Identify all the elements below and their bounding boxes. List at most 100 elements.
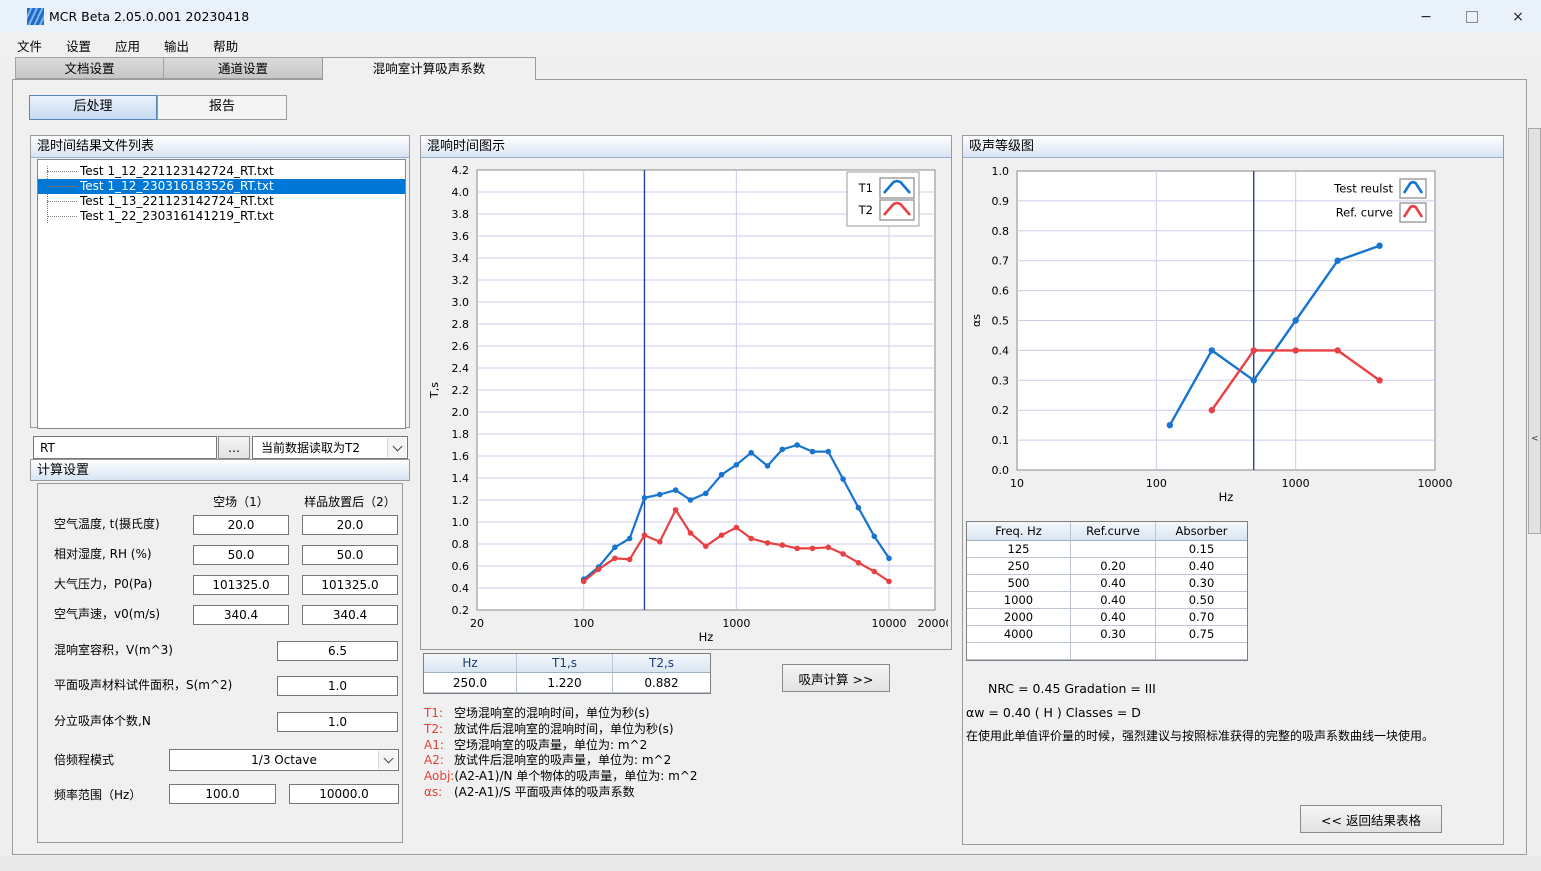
svg-text:3.0: 3.0 xyxy=(452,296,470,309)
table-cell[interactable] xyxy=(967,643,1071,660)
file-item-1[interactable]: Test 1_12_230316183526_RT.txt xyxy=(38,179,405,194)
svg-text:3.4: 3.4 xyxy=(452,252,470,265)
subtab-postprocess[interactable]: 后处理 xyxy=(29,95,157,120)
table-cell[interactable]: 0.75 xyxy=(1156,626,1247,643)
back-to-results-button[interactable]: << 返回结果表格 xyxy=(1300,805,1442,833)
maximize-button[interactable] xyxy=(1449,0,1495,33)
svg-text:2.2: 2.2 xyxy=(452,384,470,397)
calc-single-input-1[interactable]: 1.0 xyxy=(277,676,398,696)
data-source-dropdown[interactable]: 当前数据读取为T2 xyxy=(252,436,408,459)
close-button[interactable]: × xyxy=(1495,0,1541,33)
table-cell[interactable]: 125 xyxy=(967,541,1071,558)
table-cell[interactable]: 0.30 xyxy=(1071,626,1156,643)
calc-input-2-1[interactable]: 101325.0 xyxy=(193,575,289,595)
calc-input-3-1[interactable]: 340.4 xyxy=(193,605,289,625)
calc-label-2: 大气压力，P0(Pa) xyxy=(54,575,152,594)
table-row: 5000.400.30 xyxy=(967,575,1247,592)
octave-mode-dropdown[interactable]: 1/3 Octave xyxy=(169,749,399,771)
calc-settings-title: 计算设置 xyxy=(30,459,410,481)
table-cell[interactable] xyxy=(1071,643,1156,660)
absorption-chart-title: 吸声等级图 xyxy=(963,136,1503,158)
absorption-calc-button[interactable]: 吸声计算 >> xyxy=(782,664,890,692)
svg-text:1.2: 1.2 xyxy=(452,494,470,507)
file-item-0[interactable]: Test 1_12_221123142724_RT.txt xyxy=(38,164,405,179)
collapse-panel-handle[interactable]: < xyxy=(1528,128,1541,534)
table-cell[interactable]: 0.50 xyxy=(1156,592,1247,609)
table-cell[interactable]: 0.40 xyxy=(1071,609,1156,626)
table-cell[interactable]: 1.220 xyxy=(517,673,613,693)
svg-text:100: 100 xyxy=(573,617,594,630)
calc-input-2-2[interactable]: 101325.0 xyxy=(302,575,398,595)
calc-single-input-0[interactable]: 6.5 xyxy=(277,641,398,661)
freq-to-input[interactable]: 10000.0 xyxy=(289,784,399,804)
svg-text:10000: 10000 xyxy=(1418,477,1453,490)
menu-item-1[interactable]: 设置 xyxy=(59,34,98,57)
rt-name-input[interactable]: RT xyxy=(33,436,217,459)
subtab-report[interactable]: 报告 xyxy=(157,95,287,120)
table-cell[interactable]: 0.15 xyxy=(1156,541,1247,558)
rt-legend-notes: T1:空场混响室的混响时间，单位为秒(s)T2:放试件后混响室的混响时间，单位为… xyxy=(424,706,944,801)
calc-single-input-2[interactable]: 1.0 xyxy=(277,712,398,732)
chevron-down-icon[interactable] xyxy=(387,438,406,457)
rt-file-list: Test 1_12_221123142724_RT.txtTest 1_12_2… xyxy=(37,159,406,429)
svg-text:1.6: 1.6 xyxy=(452,450,470,463)
svg-text:2.4: 2.4 xyxy=(452,362,470,375)
table-cell[interactable]: 2000 xyxy=(967,609,1071,626)
svg-text:Ref. curve: Ref. curve xyxy=(1336,206,1393,220)
absorption-grade-chart[interactable]: 0.00.10.20.30.40.50.60.70.80.91.01010010… xyxy=(966,160,1500,520)
note-text: 空场混响室的吸声量，单位为: m^2 xyxy=(454,738,647,752)
calc-input-1-2[interactable]: 50.0 xyxy=(302,545,398,565)
table-cell[interactable]: 0.30 xyxy=(1156,575,1247,592)
svg-text:Hz: Hz xyxy=(699,630,714,644)
reverberation-time-chart[interactable]: 0.20.40.60.81.01.21.41.61.82.02.22.42.62… xyxy=(424,158,948,650)
table-cell[interactable] xyxy=(1071,541,1156,558)
table-cell[interactable]: 0.40 xyxy=(1156,558,1247,575)
menu-item-4[interactable]: 帮助 xyxy=(206,34,245,57)
menu-item-3[interactable]: 输出 xyxy=(157,34,196,57)
svg-text:0.4: 0.4 xyxy=(992,344,1010,357)
note-tag: αs: xyxy=(424,785,454,801)
svg-text:10: 10 xyxy=(1010,477,1024,490)
tab-1[interactable]: 通道设置 xyxy=(163,57,322,79)
file-item-2[interactable]: Test 1_13_221123142724_RT.txt xyxy=(38,194,405,209)
tab-2[interactable]: 混响室计算吸声系数 xyxy=(322,57,536,80)
note-row-0: T1:空场混响室的混响时间，单位为秒(s) xyxy=(424,706,944,722)
calc-input-0-2[interactable]: 20.0 xyxy=(302,515,398,535)
table-cell[interactable]: 0.882 xyxy=(613,673,710,693)
svg-text:0.7: 0.7 xyxy=(992,255,1010,268)
file-name: Test 1_12_230316183526_RT.txt xyxy=(80,179,274,193)
minimize-button[interactable]: − xyxy=(1403,0,1449,33)
menu-item-0[interactable]: 文件 xyxy=(10,34,49,57)
table-cell[interactable] xyxy=(1156,643,1247,660)
table-cell[interactable]: 0.40 xyxy=(1071,575,1156,592)
table-cell[interactable]: 500 xyxy=(967,575,1071,592)
table-cell[interactable]: 250 xyxy=(967,558,1071,575)
rt-readout-table: HzT1,sT2,s250.01.2200.882 xyxy=(423,653,711,694)
table-cell[interactable]: 4000 xyxy=(967,626,1071,643)
freq-from-input[interactable]: 100.0 xyxy=(169,784,276,804)
minimize-icon: − xyxy=(1420,9,1432,25)
table-cell[interactable]: 0.70 xyxy=(1156,609,1247,626)
rt-file-list-title: 混时间结果文件列表 xyxy=(31,136,409,158)
chevron-down-icon[interactable] xyxy=(378,751,397,769)
file-item-3[interactable]: Test 1_22_230316141219_RT.txt xyxy=(38,209,405,224)
table-cell[interactable]: 1000 xyxy=(967,592,1071,609)
table-header-cell: Hz xyxy=(424,654,517,673)
tab-0[interactable]: 文档设置 xyxy=(15,57,163,79)
table-cell[interactable]: 0.40 xyxy=(1071,592,1156,609)
table-cell[interactable]: 250.0 xyxy=(424,673,517,693)
calc-input-3-2[interactable]: 340.4 xyxy=(302,605,398,625)
menu-item-2[interactable]: 应用 xyxy=(108,34,147,57)
svg-text:2.0: 2.0 xyxy=(452,406,470,419)
svg-text:T1: T1 xyxy=(858,181,873,195)
note-row-4: Aobj:(A2-A1)/N 单个物体的吸声量，单位为: m^2 xyxy=(424,769,944,785)
calc-input-1-1[interactable]: 50.0 xyxy=(193,545,289,565)
note-tag: Aobj: xyxy=(424,769,454,785)
svg-text:1000: 1000 xyxy=(722,617,750,630)
table-cell[interactable]: 0.20 xyxy=(1071,558,1156,575)
svg-text:0.5: 0.5 xyxy=(992,315,1010,328)
browse-button[interactable]: ... xyxy=(218,436,250,459)
svg-text:0.6: 0.6 xyxy=(452,560,470,573)
calc-input-0-1[interactable]: 20.0 xyxy=(193,515,289,535)
chevron-left-icon: < xyxy=(1531,434,1539,444)
